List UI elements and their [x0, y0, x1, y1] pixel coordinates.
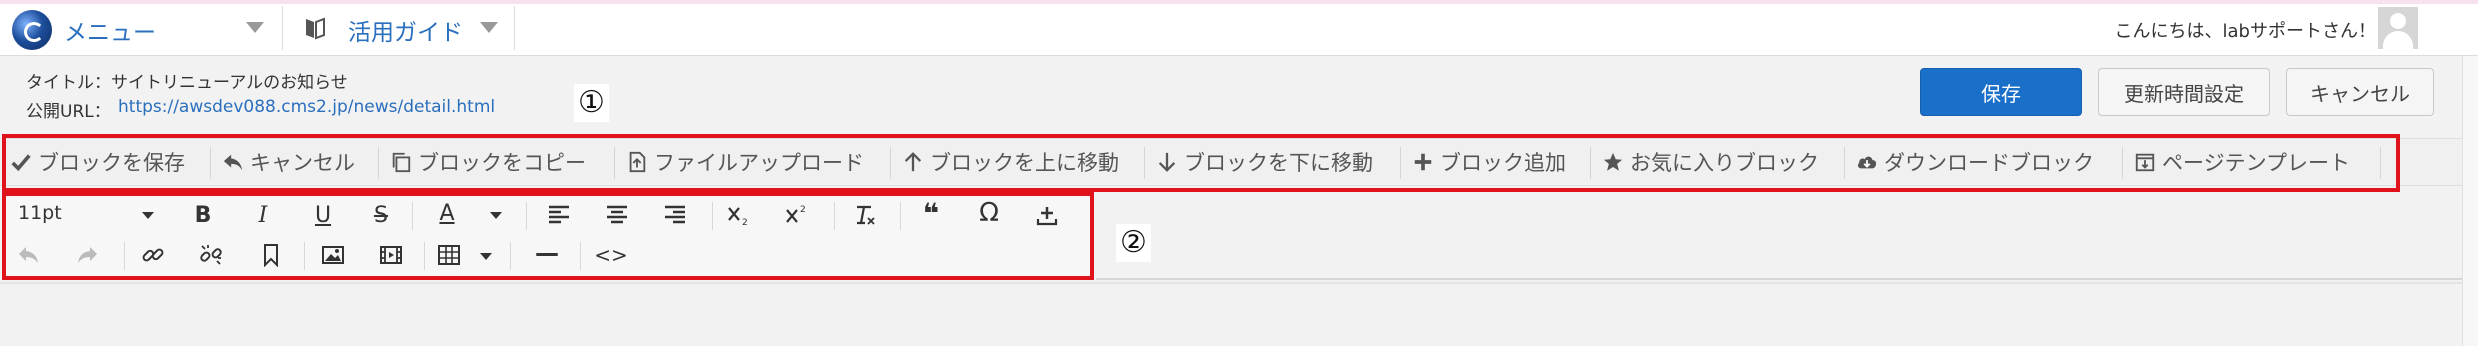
annotation-marker-1: ① — [574, 84, 609, 122]
guide-book-icon[interactable] — [304, 16, 326, 40]
menu-label[interactable]: メニュー — [64, 13, 156, 47]
header-divider — [514, 6, 515, 50]
menu-logo-icon[interactable] — [12, 10, 52, 50]
public-url-link[interactable]: https://awsdev088.cms2.jp/news/detail.ht… — [118, 97, 495, 117]
public-url-label: 公開URL： — [26, 102, 111, 122]
cancel-button[interactable]: キャンセル — [2286, 68, 2434, 116]
header-divider — [282, 6, 283, 50]
save-button[interactable]: 保存 — [1920, 68, 2082, 116]
guide-chevron-down-icon[interactable] — [480, 22, 498, 33]
page-title: タイトル：サイトリニューアルのお知らせ — [26, 73, 348, 93]
vertical-scrollbar[interactable] — [2462, 56, 2478, 346]
annotation-box-1 — [2, 134, 2400, 192]
editor-divider — [1096, 278, 2462, 280]
guide-label[interactable]: 活用ガイド — [348, 13, 463, 47]
annotation-marker-2: ② — [1116, 224, 1151, 262]
header-accent-line — [0, 0, 2478, 4]
avatar[interactable] — [2378, 7, 2418, 49]
annotation-box-2 — [2, 192, 1094, 280]
greeting-text: こんにちは、labサポートさん！ — [2114, 21, 2376, 42]
editor-content-top — [0, 282, 2462, 284]
update-time-button[interactable]: 更新時間設定 — [2098, 68, 2270, 116]
menu-chevron-down-icon[interactable] — [246, 22, 264, 33]
top-header: メニュー 活用ガイド こんにちは、labサポートさん！ — [0, 0, 2478, 56]
